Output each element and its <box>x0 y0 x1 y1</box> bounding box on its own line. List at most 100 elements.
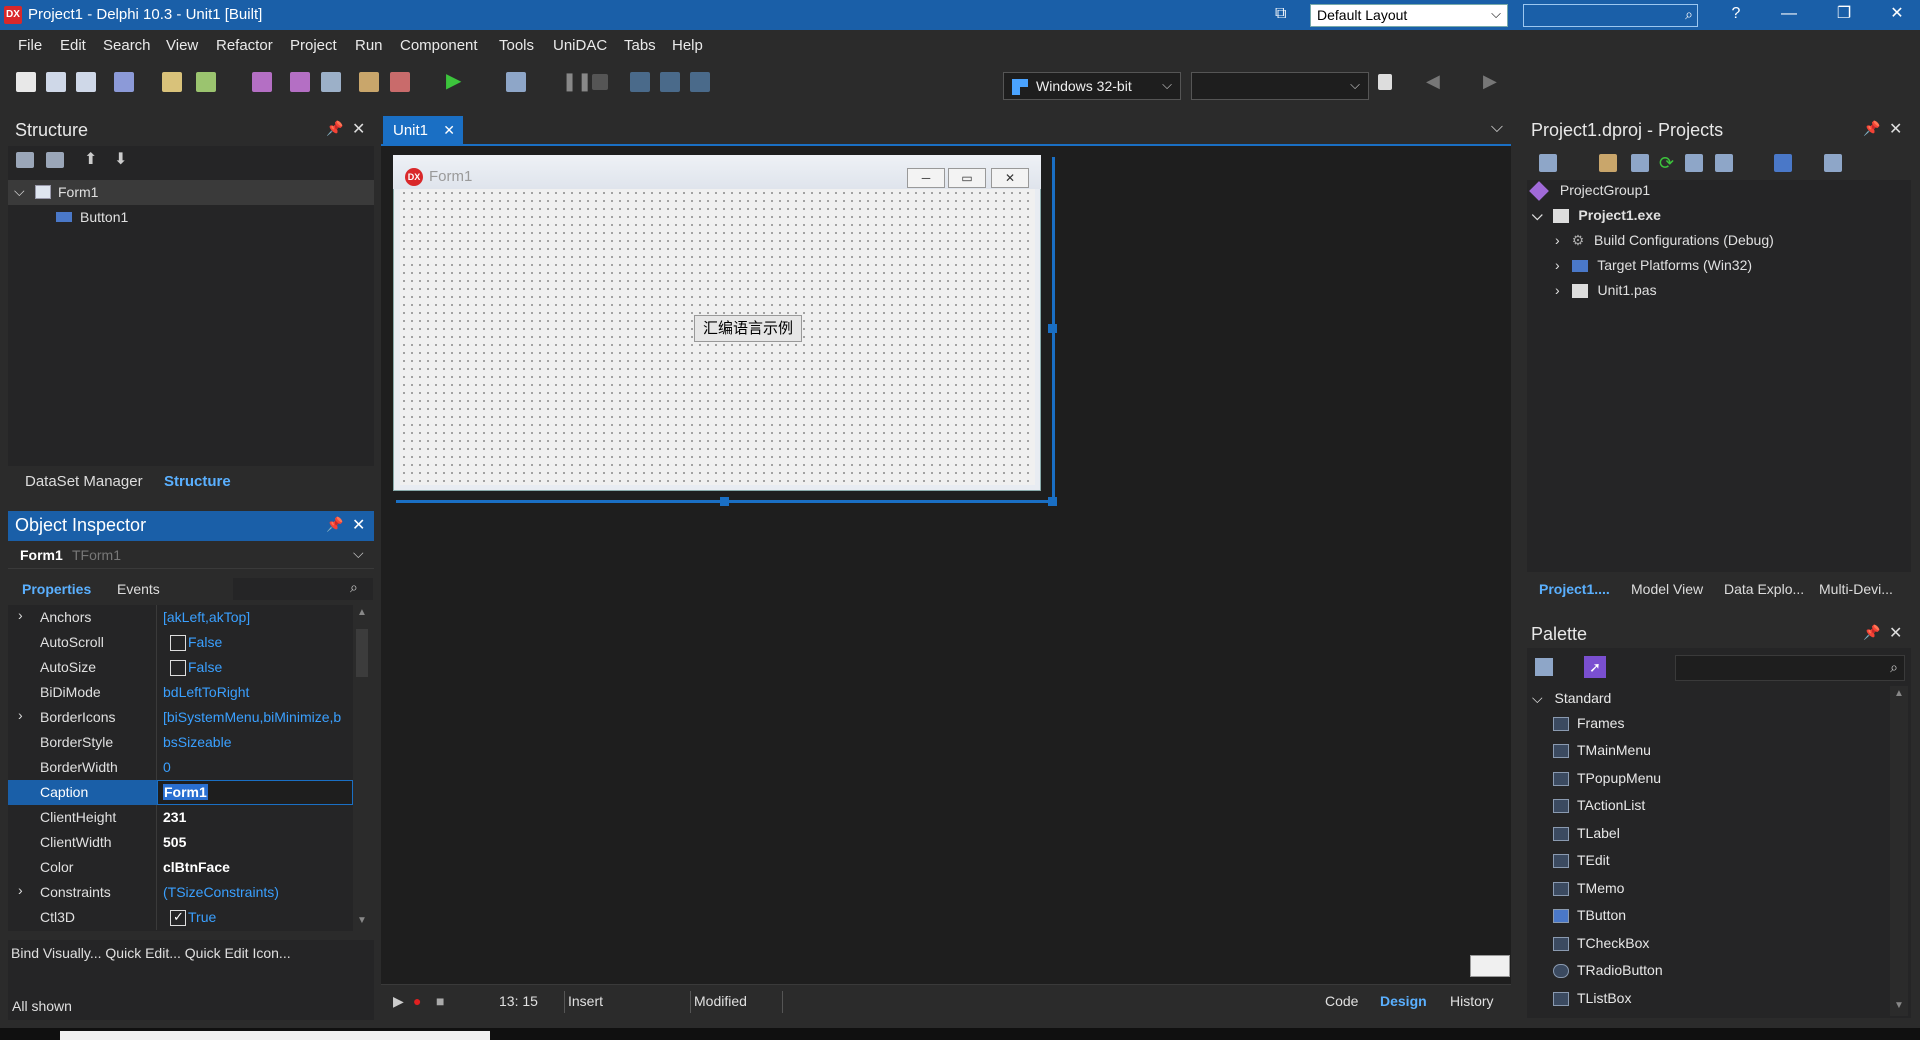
property-row-borderwidth[interactable]: BorderWidth 0 <box>8 755 353 780</box>
form-maximize-icon[interactable]: ▭ <box>948 168 986 188</box>
menu-run[interactable]: Run <box>355 37 383 54</box>
desktop-layout-select[interactable]: Default Layout ⌵ <box>1310 4 1508 27</box>
trace-into-icon[interactable] <box>660 72 680 92</box>
menu-view[interactable]: View <box>166 37 198 54</box>
property-row-ctl3d[interactable]: Ctl3D True <box>8 905 353 930</box>
checkbox[interactable] <box>170 660 186 676</box>
property-row-clientwidth[interactable]: ClientWidth 505 <box>8 830 353 855</box>
ide-search-input[interactable]: ⌕ <box>1523 4 1698 27</box>
add-to-project-icon[interactable] <box>359 72 379 92</box>
run-icon[interactable]: ▶ <box>446 71 466 92</box>
menu-file[interactable]: File <box>18 37 42 54</box>
folder-icon[interactable] <box>1631 154 1649 172</box>
tab-unit1[interactable]: Unit1 ✕ <box>383 116 463 146</box>
move-up-icon[interactable]: ⬆ <box>84 152 104 172</box>
menu-unidac[interactable]: UniDAC <box>553 37 607 54</box>
menu-tools[interactable]: Tools <box>499 37 534 54</box>
view-history-tab[interactable]: History <box>1450 993 1494 1009</box>
property-row-bidimode[interactable]: BiDiMode bdLeftToRight <box>8 680 353 705</box>
menu-project[interactable]: Project <box>290 37 337 54</box>
close-icon[interactable]: ✕ <box>352 515 365 535</box>
palette-item-tmainmenu[interactable]: TMainMenu <box>1553 742 1651 759</box>
palette-item-tpopupmenu[interactable]: TPopupMenu <box>1553 770 1661 787</box>
compile-icon[interactable] <box>1715 154 1733 172</box>
back-arrow-icon[interactable]: ◀ <box>1426 72 1446 92</box>
tab-project1[interactable]: Project1.... <box>1539 581 1610 597</box>
palette-item-tedit[interactable]: TEdit <box>1553 852 1610 869</box>
close-icon[interactable]: ✕ <box>443 122 455 139</box>
close-icon[interactable]: ✕ <box>1889 623 1902 643</box>
component-selector[interactable]: Form1 TForm1 ⌵ <box>8 541 374 569</box>
build-config-select[interactable]: ⌵ <box>1191 72 1369 100</box>
expand-all-icon[interactable] <box>16 152 34 168</box>
palette-item-tactionlist[interactable]: TActionList <box>1553 797 1645 814</box>
tree-item-form1[interactable]: ⌵ Form1 <box>8 180 374 205</box>
palette-item-tradiobutton[interactable]: TRadioButton <box>1553 962 1663 979</box>
palette-scrollbar[interactable]: ▲ ▼ <box>1890 686 1908 1016</box>
new-file-icon[interactable] <box>16 72 36 92</box>
menu-edit[interactable]: Edit <box>60 37 86 54</box>
property-row-borderstyle[interactable]: BorderStyle bsSizeable <box>8 730 353 755</box>
palette-search-input[interactable]: ⌕ <box>1675 655 1905 681</box>
open-project-icon[interactable] <box>76 72 96 92</box>
property-row-clientheight[interactable]: ClientHeight 231 <box>8 805 353 830</box>
open-folder-icon[interactable] <box>1599 154 1617 172</box>
palette-item-tlabel[interactable]: TLabel <box>1553 825 1620 842</box>
tab-data-explorer[interactable]: Data Explo... <box>1724 581 1804 597</box>
scroll-down-icon[interactable]: ▼ <box>1894 1000 1904 1011</box>
button1-component[interactable]: 汇编语言示例 <box>694 315 802 342</box>
palette-item-tcheckbox[interactable]: TCheckBox <box>1553 935 1649 952</box>
build-icon[interactable] <box>1685 154 1703 172</box>
checkbox-checked[interactable] <box>170 909 186 926</box>
run-until-return-icon[interactable] <box>690 72 710 92</box>
property-row-anchors[interactable]: › Anchors [akLeft,akTop] <box>8 605 353 630</box>
close-window-button[interactable]: ✕ <box>1874 0 1920 30</box>
save-icon[interactable] <box>252 72 272 92</box>
form-minimize-icon[interactable]: ─ <box>907 168 945 188</box>
run-without-debugging-icon[interactable] <box>506 72 526 92</box>
checkbox[interactable] <box>170 635 186 651</box>
palette-item-frames[interactable]: Frames <box>1553 715 1624 732</box>
menu-component[interactable]: Component <box>400 37 478 54</box>
chevron-right-icon[interactable]: › <box>18 882 23 898</box>
property-row-caption[interactable]: Caption Form1 <box>8 780 353 805</box>
chevron-right-icon[interactable]: › <box>18 607 23 623</box>
pointer-tool-icon[interactable]: ➚ <box>1584 656 1606 678</box>
tree-item-button1[interactable]: Button1 <box>8 205 374 230</box>
chevron-down-icon[interactable]: ⌵ <box>1491 119 1503 137</box>
nonvisual-components-toggle-icon[interactable] <box>1470 955 1510 977</box>
property-row-color[interactable]: Color clBtnFace <box>8 855 353 880</box>
collapse-all-icon[interactable] <box>46 152 64 168</box>
open-project-folder-icon[interactable] <box>196 72 216 92</box>
menu-tabs[interactable]: Tabs <box>624 37 656 54</box>
record-macro-icon[interactable]: ● <box>413 993 421 1009</box>
chevron-right-icon[interactable]: › <box>18 707 23 723</box>
scroll-up-icon[interactable]: ▲ <box>1894 688 1904 699</box>
pin-icon[interactable]: 📌 <box>1863 624 1880 641</box>
tree-item-build-configurations[interactable]: › ⚙ Build Configurations (Debug) <box>1555 232 1774 249</box>
pin-icon[interactable]: 📌 <box>1863 120 1880 137</box>
deploy-icon[interactable] <box>1378 74 1392 90</box>
help-icon[interactable]: ? <box>1713 0 1759 30</box>
minimize-button[interactable]: — <box>1766 0 1812 30</box>
sync-icon[interactable]: ⟳ <box>1659 154 1679 174</box>
forward-arrow-icon[interactable]: ▶ <box>1483 72 1503 92</box>
resize-handle-right[interactable] <box>1048 324 1057 333</box>
menu-search[interactable]: Search <box>103 37 151 54</box>
property-row-constraints[interactable]: › Constraints (TSizeConstraints) <box>8 880 353 905</box>
palette-categories-icon[interactable] <box>1535 658 1553 676</box>
stop-icon[interactable] <box>592 74 608 90</box>
tree-item-project1-exe[interactable]: ⌵ Project1.exe <box>1532 207 1661 224</box>
tree-item-target-platforms[interactable]: › Target Platforms (Win32) <box>1555 257 1752 273</box>
tree-item-unit1-pas[interactable]: › Unit1.pas <box>1555 282 1657 299</box>
property-row-bordericons[interactable]: › BorderIcons [biSystemMenu,biMinimize,b <box>8 705 353 730</box>
layout-desktop-icon[interactable]: ⧉ <box>1275 5 1297 25</box>
pin-icon[interactable]: 📌 <box>326 120 343 137</box>
property-row-autoscroll[interactable]: AutoScroll False <box>8 630 353 655</box>
menu-refactor[interactable]: Refactor <box>216 37 273 54</box>
form-close-icon[interactable]: ✕ <box>991 168 1029 188</box>
property-grid-scrollbar[interactable]: ▲ ▼ <box>353 605 371 931</box>
tab-structure[interactable]: Structure <box>164 473 231 490</box>
scroll-up-icon[interactable]: ▲ <box>357 607 367 618</box>
view-design-tab[interactable]: Design <box>1380 993 1427 1009</box>
